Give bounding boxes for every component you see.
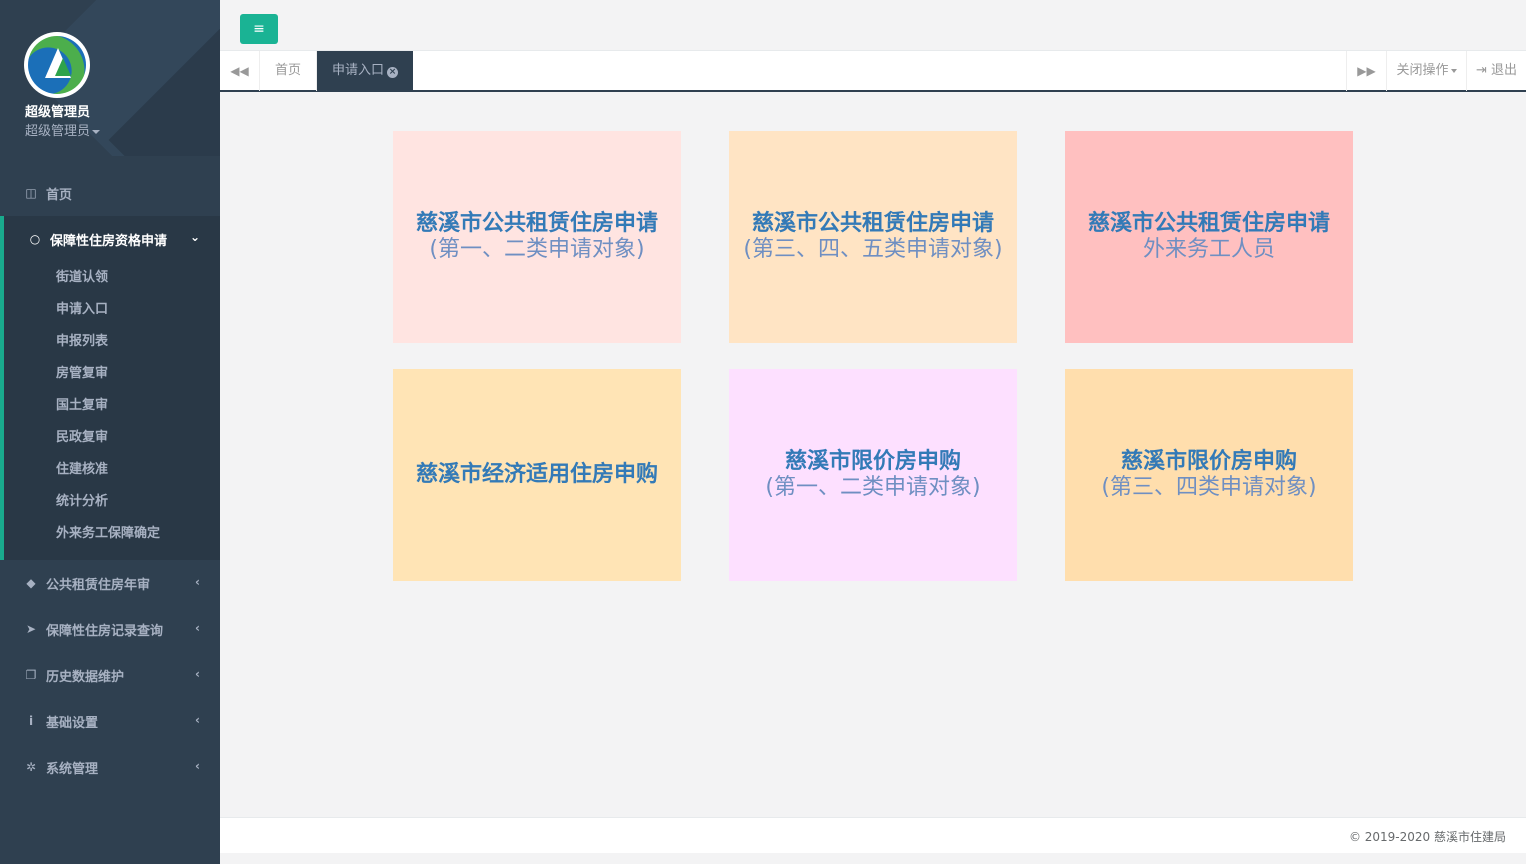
card-subtitle: (第一、二类申请对象) — [429, 237, 645, 262]
sidebar-item-annual-review[interactable]: ◆ 公共租赁住房年审 ‹ — [0, 560, 220, 606]
sidebar-subitem[interactable]: 申请入口 — [4, 294, 220, 326]
caret-down-icon — [92, 129, 101, 134]
sign-out-icon: ⇥ — [1475, 63, 1487, 78]
application-card[interactable]: 慈溪市限价房申购 (第三、四类申请对象) — [1065, 369, 1353, 581]
sidebar-item-home[interactable]: ◫ 首页 — [0, 170, 220, 216]
tab-label: 申请入口 — [332, 63, 385, 78]
application-card[interactable]: 慈溪市公共租赁住房申请 (第一、二类申请对象) — [393, 131, 681, 343]
sidebar-group-housing-application: ○ 保障性住房资格申请 ⌄ 街道认领 申请入口 申报列表 房管复审 国土复审 民… — [0, 216, 220, 560]
close-operations-label: 关闭操作 — [1396, 63, 1449, 78]
card-title: 慈溪市限价房申购 — [784, 449, 961, 474]
chevron-left-icon: ‹ — [195, 621, 200, 635]
application-card[interactable]: 慈溪市公共租赁住房申请 (第三、四、五类申请对象) — [729, 131, 1017, 343]
tag-icon: ◆ — [26, 576, 36, 590]
logo — [24, 32, 90, 98]
sidebar-subitem[interactable]: 街道认领 — [4, 262, 220, 294]
card-title: 慈溪市公共租赁住房申请 — [751, 211, 994, 236]
sidebar-item-label: 历史数据维护 — [46, 669, 125, 685]
card-subtitle: (第三、四类申请对象) — [1101, 475, 1317, 500]
sidebar-submenu: 街道认领 申请入口 申报列表 房管复审 国土复审 民政复审 住建核准 统计分析 … — [4, 262, 220, 550]
tab-scroll-right-button[interactable]: ▶▶ — [1346, 51, 1386, 91]
copyright-text: © 2019-2020 慈溪市住建局 — [1348, 830, 1506, 844]
sidebar-subitem[interactable]: 国土复审 — [4, 390, 220, 422]
user-role-dropdown[interactable]: 超级管理员 — [25, 120, 101, 139]
logout-button[interactable]: ⇥ 退出 — [1466, 51, 1526, 91]
sidebar-item-basic-settings[interactable]: i 基础设置 ‹ — [0, 698, 220, 744]
info-icon: i — [28, 714, 34, 728]
application-card[interactable]: 慈溪市限价房申购 (第一、二类申请对象) — [729, 369, 1017, 581]
sidebar-item-record-query[interactable]: ➤ 保障性住房记录查询 ‹ — [0, 606, 220, 652]
sidebar-subitem[interactable]: 外来务工保障确定 — [4, 518, 220, 550]
card-title: 慈溪市公共租赁住房申请 — [1087, 211, 1330, 236]
card-title: 慈溪市限价房申购 — [1120, 449, 1297, 474]
paper-plane-icon: ➤ — [25, 622, 37, 636]
top-bar: ≡ — [220, 0, 1526, 50]
sidebar-item-label: 首页 — [46, 187, 73, 203]
sidebar-item-housing-application[interactable]: ○ 保障性住房资格申请 ⌄ — [4, 216, 220, 262]
sidebar-item-label: 保障性住房资格申请 — [50, 233, 168, 249]
chevron-down-icon: ⌄ — [189, 230, 200, 244]
bars-icon: ≡ — [253, 21, 265, 37]
sidebar-item-label: 系统管理 — [46, 761, 99, 777]
gear-icon: ✲ — [25, 760, 37, 774]
backward-icon: ◀◀ — [230, 64, 249, 78]
card-subtitle: (第一、二类申请对象) — [765, 475, 981, 500]
sidebar-subitem[interactable]: 房管复审 — [4, 358, 220, 390]
tab-scroll-left-button[interactable]: ◀◀ — [220, 51, 260, 91]
close-icon[interactable]: × — [387, 67, 399, 78]
sidebar-item-label: 保障性住房记录查询 — [46, 623, 164, 639]
sidebar-item-label: 基础设置 — [46, 715, 99, 731]
chevron-left-icon: ‹ — [195, 667, 200, 681]
sidebar-item-history-data[interactable]: ❐ 历史数据维护 ‹ — [0, 652, 220, 698]
chevron-left-icon: ‹ — [195, 575, 200, 589]
forward-icon: ▶▶ — [1357, 64, 1376, 78]
application-card[interactable]: 慈溪市经济适用住房申购 — [393, 369, 681, 581]
chevron-left-icon: ‹ — [195, 713, 200, 727]
tab-application-entry[interactable]: 申请入口 × — [317, 51, 414, 92]
menu-toggle-button[interactable]: ≡ — [240, 14, 278, 44]
sidebar: 超级管理员 超级管理员 ◫ 首页 ○ 保障性住房资格申请 ⌄ 街道认领 申请入口… — [0, 0, 220, 864]
user-role-label: 超级管理员 — [25, 124, 91, 139]
sidebar-subitem[interactable]: 统计分析 — [4, 486, 220, 518]
logout-label: 退出 — [1491, 63, 1518, 78]
user-name: 超级管理员 — [25, 105, 91, 120]
card-title: 慈溪市公共租赁住房申请 — [415, 211, 658, 236]
sidebar-subitem[interactable]: 民政复审 — [4, 422, 220, 454]
close-operations-dropdown[interactable]: 关闭操作 — [1386, 51, 1466, 91]
card-title: 慈溪市经济适用住房申购 — [415, 462, 658, 487]
application-card[interactable]: 慈溪市公共租赁住房申请 外来务工人员 — [1065, 131, 1353, 343]
caret-down-icon — [1450, 68, 1457, 73]
comment-icon: ○ — [29, 232, 41, 246]
columns-icon: ◫ — [25, 186, 37, 200]
profile-panel: 超级管理员 超级管理员 — [0, 0, 220, 156]
tab-bar: ◀◀ 首页 申请入口 × ▶▶ 关闭操作 ⇥ 退出 — [220, 50, 1526, 92]
card-subtitle: 外来务工人员 — [1142, 237, 1275, 262]
tab-home[interactable]: 首页 — [260, 51, 318, 91]
sidebar-subitem[interactable]: 住建核准 — [4, 454, 220, 486]
sidebar-item-label: 公共租赁住房年审 — [46, 577, 151, 593]
card-subtitle: (第三、四、五类申请对象) — [743, 237, 1003, 262]
copy-icon: ❐ — [25, 668, 37, 682]
sidebar-item-system-management[interactable]: ✲ 系统管理 ‹ — [0, 744, 220, 790]
sidebar-subitem[interactable]: 申报列表 — [4, 326, 220, 358]
footer: © 2019-2020 慈溪市住建局 — [220, 817, 1526, 853]
chevron-left-icon: ‹ — [195, 759, 200, 773]
